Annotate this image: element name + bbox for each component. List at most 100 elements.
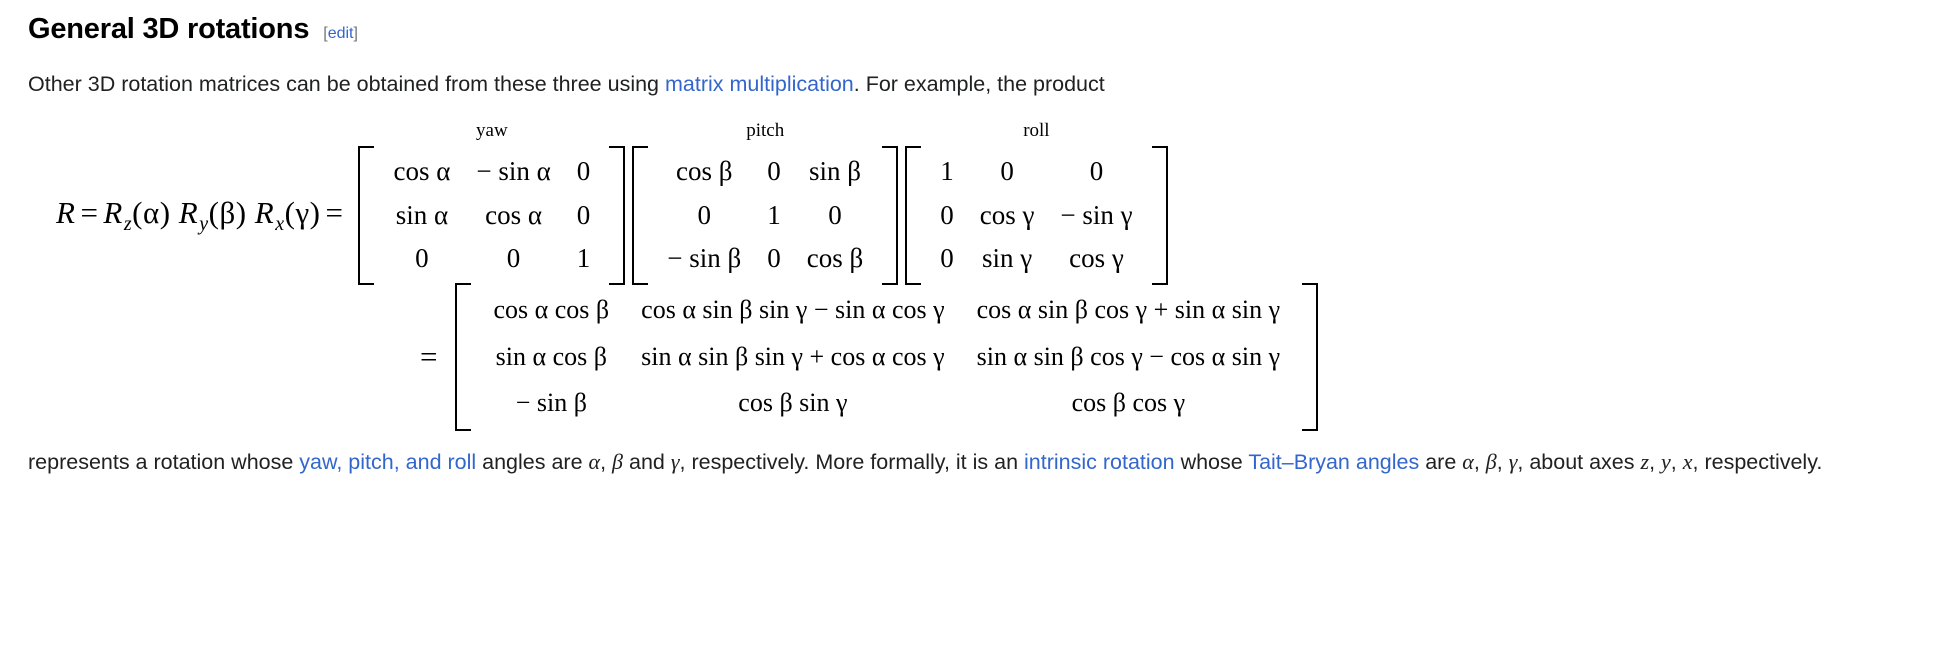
- outro-text-12: ,: [1670, 449, 1683, 474]
- cell-roll-0-0: 1: [940, 155, 954, 186]
- outro-text-9: ,: [1496, 449, 1509, 474]
- outro-text-4: and: [623, 449, 671, 474]
- matrix-roll: roll 1 0 0 0 cos γ − sin γ 0 sin γ cos γ: [905, 120, 1168, 286]
- var-beta-1: β: [612, 448, 624, 474]
- var-alpha-1: α: [588, 448, 601, 474]
- intro-paragraph: Other 3D rotation matrices can be obtain…: [0, 68, 1960, 102]
- cell-product-1-1: sin α sin β sin γ + cos α cos γ: [641, 341, 945, 371]
- outro-text-6: whose: [1174, 449, 1249, 474]
- cell-pitch-2-0: − sin β: [667, 243, 742, 274]
- var-gamma-1: γ: [670, 448, 680, 474]
- matrix-label-yaw: yaw: [476, 119, 508, 141]
- article-section: General 3D rotations [edit] Other 3D rot…: [0, 0, 1960, 660]
- bracket-right-roll: [1151, 145, 1168, 286]
- cell-product-0-2: cos α sin β cos γ + sin α sin γ: [976, 295, 1281, 325]
- cell-product-2-1: cos β sin γ: [738, 388, 848, 418]
- link-tait-bryan-angles[interactable]: Tait–Bryan angles: [1248, 450, 1419, 474]
- cell-pitch-0-0: cos β: [676, 155, 733, 186]
- equation-block: R = Rz(α) Ry(β) Rx(γ) = yaw cos α − sin α 0…: [0, 112, 1960, 431]
- outro-text-8: ,: [1473, 449, 1486, 474]
- cell-product-0-1: cos α sin β sin γ − sin α cos γ: [641, 295, 945, 325]
- bracket-left-roll: [905, 145, 922, 286]
- matrix-yaw: yaw cos α − sin α 0 sin α cos α 0 0 0 1: [358, 120, 626, 286]
- cell-pitch-1-1: 1: [767, 199, 781, 230]
- link-intrinsic-rotation[interactable]: intrinsic rotation: [1024, 450, 1175, 474]
- matrix-pitch: pitch cos β 0 sin β 0 1 0 − sin β 0 cos …: [632, 120, 899, 286]
- outro-text-3: ,: [600, 449, 613, 474]
- argument-alpha: (α): [132, 195, 171, 231]
- bracket-right-pitch: [882, 145, 899, 286]
- cell-roll-0-1: 0: [1000, 155, 1014, 186]
- equation-top-spacer: [28, 112, 1960, 146]
- cell-yaw-1-2: 0: [576, 199, 591, 230]
- link-yaw-pitch-roll[interactable]: yaw, pitch, and roll: [299, 450, 476, 474]
- cell-yaw-1-0: sin α: [395, 199, 449, 230]
- cell-roll-1-0: 0: [940, 199, 954, 230]
- matrix-grid-pitch: cos β 0 sin β 0 1 0 − sin β 0 cos β: [648, 146, 882, 285]
- edit-link[interactable]: edit: [328, 25, 354, 42]
- link-matrix-multiplication[interactable]: matrix multiplication: [665, 72, 854, 96]
- cell-yaw-1-1: cos α: [485, 199, 542, 230]
- axis-z: z: [1640, 448, 1650, 474]
- cell-roll-1-1: cos γ: [979, 199, 1035, 230]
- matrix-product: cos α cos β cos α sin β sin γ − sin α co…: [455, 283, 1319, 431]
- matrix-label-pitch: pitch: [746, 119, 785, 141]
- outro-text-10: , about axes: [1517, 449, 1641, 474]
- cell-yaw-2-0: 0: [415, 243, 429, 274]
- cell-roll-1-2: − sin γ: [1060, 199, 1133, 230]
- equals-sign-2: =: [325, 195, 344, 231]
- outro-text-13: , respectively.: [1692, 449, 1823, 474]
- equation-line-1: R = Rz(α) Ry(β) Rx(γ) = yaw cos α − sin α 0…: [28, 120, 1960, 286]
- bracket-right-yaw: [609, 145, 626, 286]
- cell-roll-2-2: cos γ: [1069, 243, 1124, 274]
- outro-paragraph: represents a rotation whose yaw, pitch, …: [0, 445, 1960, 480]
- cell-pitch-1-2: 0: [828, 199, 842, 230]
- matrix-grid-product: cos α cos β cos α sin β sin γ − sin α co…: [471, 283, 1302, 431]
- equation-left-hand-side: R = Rz(α) Ry(β) Rx(γ) =: [56, 195, 358, 235]
- symbol-Rx: R: [254, 195, 275, 231]
- outro-text-5: , respectively. More formally, it is an: [679, 449, 1025, 474]
- axis-x: x: [1682, 448, 1693, 474]
- subscript-y: y: [199, 212, 209, 235]
- equals-sign-3: =: [420, 338, 438, 374]
- cell-yaw-0-0: cos α: [393, 155, 451, 186]
- bracket-left-pitch: [632, 145, 649, 286]
- bracket-left-product: [455, 283, 472, 431]
- cell-roll-2-0: 0: [940, 243, 954, 274]
- subscript-x: x: [275, 212, 285, 235]
- cell-pitch-2-2: cos β: [806, 243, 864, 274]
- cell-product-1-2: sin α sin β cos γ − cos α sin γ: [976, 341, 1281, 371]
- bracket-left-yaw: [358, 145, 375, 286]
- axis-y: y: [1661, 448, 1671, 474]
- cell-product-2-0: − sin β: [515, 388, 587, 418]
- equals-sign-1: =: [80, 195, 99, 231]
- argument-beta: (β): [208, 195, 247, 231]
- intro-text-before: Other 3D rotation matrices can be obtain…: [28, 71, 665, 96]
- outro-text-2: angles are: [476, 449, 589, 474]
- cell-yaw-2-2: 1: [576, 243, 591, 274]
- matrix-grid-roll: 1 0 0 0 cos γ − sin γ 0 sin γ cos γ: [921, 146, 1151, 285]
- cell-roll-0-2: 0: [1089, 155, 1104, 186]
- symbol-Ry: R: [178, 195, 199, 231]
- edit-section-control: [edit]: [323, 25, 358, 43]
- page-title: General 3D rotations: [28, 13, 310, 45]
- cell-yaw-0-2: 0: [576, 155, 591, 186]
- argument-gamma: (γ): [284, 195, 321, 231]
- cell-pitch-0-2: sin β: [808, 155, 861, 186]
- section-heading: General 3D rotations [edit]: [0, 0, 1960, 46]
- cell-pitch-2-1: 0: [767, 243, 781, 274]
- cell-product-0-0: cos α cos β: [493, 295, 610, 325]
- symbol-Rz: R: [103, 195, 123, 231]
- bracket-right-product: [1302, 283, 1319, 431]
- outro-text-11: ,: [1649, 449, 1662, 474]
- outro-text-7: are: [1419, 449, 1463, 474]
- cell-yaw-0-1: − sin α: [476, 155, 551, 186]
- matrix-label-roll: roll: [1023, 119, 1050, 141]
- cell-product-2-2: cos β cos γ: [1071, 388, 1186, 418]
- outro-text-1: represents a rotation whose: [28, 449, 300, 474]
- intro-text-after: . For example, the product: [853, 71, 1105, 96]
- symbol-R: R: [56, 195, 76, 231]
- var-beta-2: β: [1485, 448, 1497, 474]
- cell-yaw-2-1: 0: [506, 243, 521, 274]
- cell-pitch-1-0: 0: [697, 199, 711, 230]
